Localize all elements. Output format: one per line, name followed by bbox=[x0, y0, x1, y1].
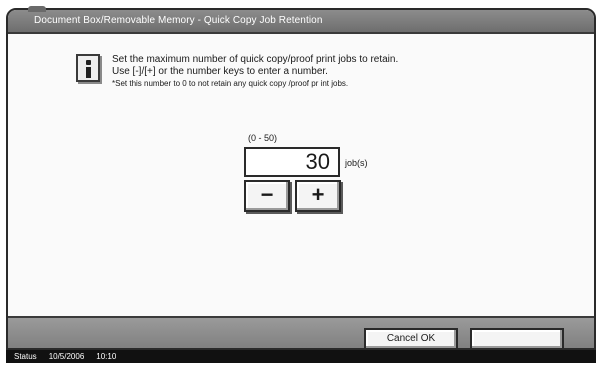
info-icon-stem bbox=[86, 67, 91, 78]
instruction-line-2: Use [-]/[+] or the number keys to enter … bbox=[112, 66, 328, 77]
increment-button[interactable]: + bbox=[295, 180, 341, 212]
instruction-line-3: *Set this number to 0 to not retain any … bbox=[112, 79, 349, 88]
status-date: 10/5/2006 bbox=[48, 352, 85, 361]
window-tab-notch bbox=[28, 6, 46, 12]
cancel-ok-button[interactable]: Cancel OK bbox=[364, 328, 458, 348]
status-label: Status bbox=[14, 352, 37, 361]
dialog-frame: Document Box/Removable Memory - Quick Co… bbox=[6, 8, 596, 350]
bottom-button-bar: Cancel OK bbox=[8, 316, 594, 348]
job-count-field[interactable]: 30 bbox=[244, 147, 340, 177]
window-title: Document Box/Removable Memory - Quick Co… bbox=[8, 10, 594, 34]
instruction-message: Set the maximum number of quick copy/pro… bbox=[112, 54, 532, 89]
status-bar: Status 10/5/2006 10:10 bbox=[6, 350, 596, 363]
instruction-line-1: Set the maximum number of quick copy/pro… bbox=[112, 54, 399, 65]
unlabeled-button[interactable] bbox=[470, 328, 564, 348]
unit-label: job(s) bbox=[345, 158, 368, 168]
decrement-button[interactable]: − bbox=[244, 180, 290, 212]
status-time: 10:10 bbox=[96, 352, 117, 361]
info-icon bbox=[76, 54, 100, 82]
range-label: (0 - 50) bbox=[248, 133, 278, 143]
info-icon-dot bbox=[86, 60, 91, 65]
